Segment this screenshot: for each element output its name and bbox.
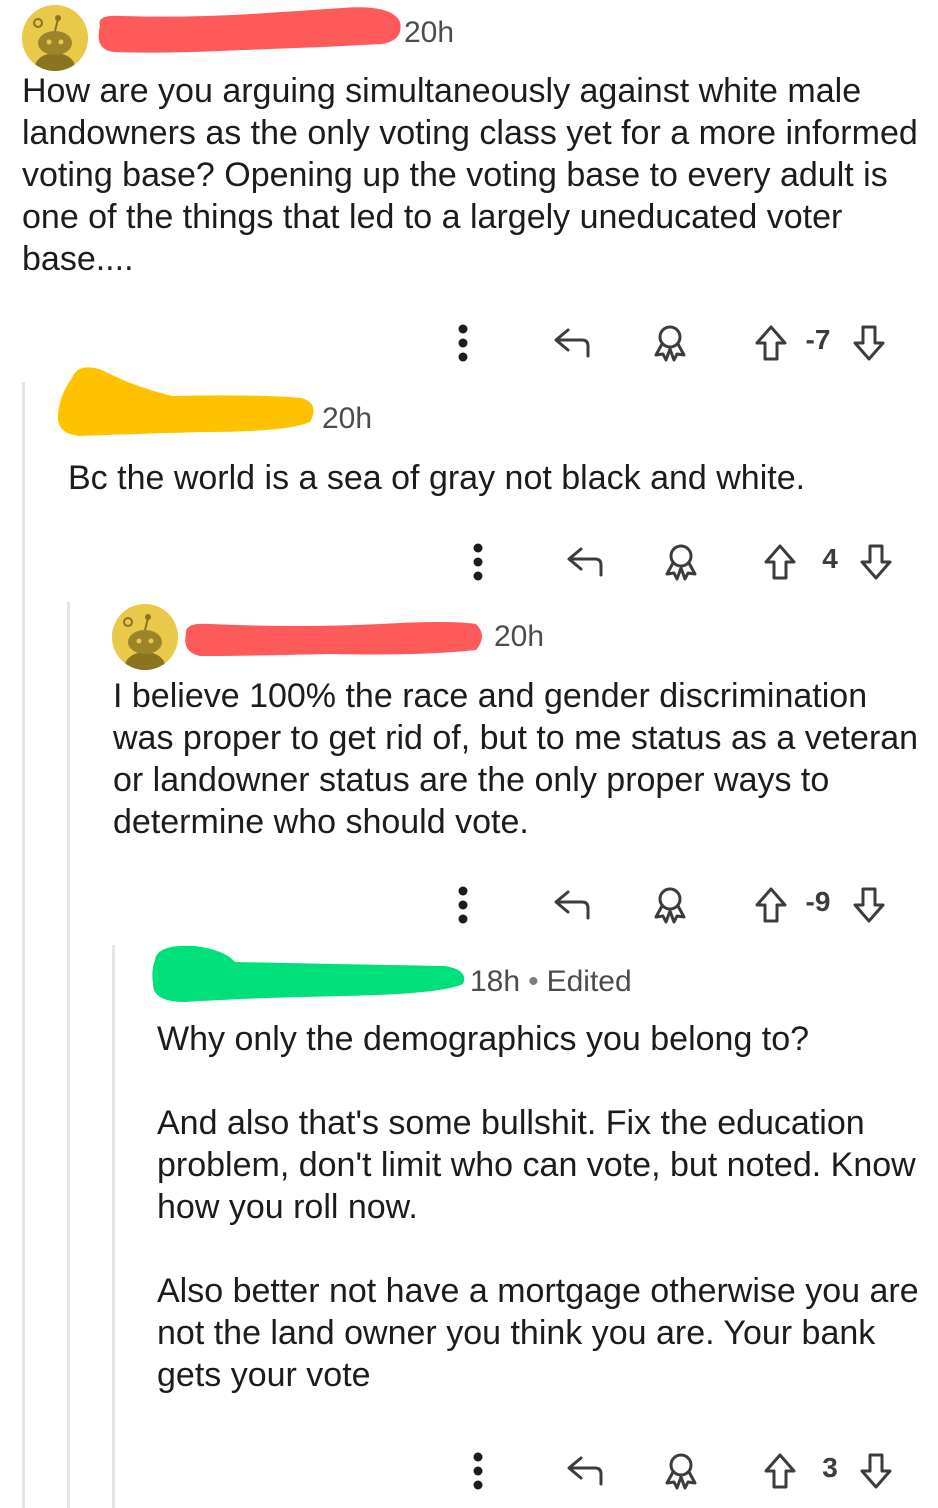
downvote-button[interactable] bbox=[848, 318, 890, 368]
comment-timestamp: 20h bbox=[404, 16, 454, 50]
downvote-arrow-icon bbox=[860, 544, 892, 580]
more-options-button[interactable] bbox=[448, 318, 478, 368]
time-text: 20h bbox=[322, 402, 373, 435]
comment-timestamp: 20h bbox=[494, 620, 544, 654]
more-options-icon bbox=[458, 324, 468, 362]
reply-button[interactable] bbox=[561, 1446, 609, 1496]
vote-score: -7 bbox=[805, 324, 831, 355]
time-text: 20h bbox=[494, 620, 545, 653]
award-button[interactable] bbox=[646, 318, 694, 368]
comment-body: Why only the demographics you belong to?… bbox=[157, 1018, 932, 1396]
award-icon bbox=[665, 544, 697, 581]
comment-paragraph: Also better not have a mortgage otherwis… bbox=[157, 1272, 919, 1394]
redacted-user-header[interactable] bbox=[145, 940, 471, 1012]
comment-actions: 4 bbox=[455, 537, 925, 587]
downvote-arrow-icon bbox=[853, 325, 885, 361]
downvote-button[interactable] bbox=[855, 537, 897, 587]
downvote-button[interactable] bbox=[848, 880, 890, 930]
vote-score: 3 bbox=[822, 1452, 838, 1483]
more-options-icon bbox=[473, 1452, 483, 1490]
more-options-button[interactable] bbox=[463, 537, 493, 587]
upvote-button[interactable] bbox=[759, 1446, 801, 1496]
upvote-arrow-icon bbox=[755, 325, 787, 361]
snoo-avatar-icon bbox=[22, 5, 88, 71]
time-text: 18h bbox=[470, 965, 521, 998]
comment-actions: -7 bbox=[440, 318, 920, 368]
downvote-button[interactable] bbox=[855, 1446, 897, 1496]
redacted-user-header[interactable] bbox=[52, 360, 320, 444]
edited-label: Edited bbox=[546, 965, 632, 998]
reply-icon bbox=[567, 547, 603, 577]
more-options-icon bbox=[458, 886, 468, 924]
vote-score: -9 bbox=[805, 886, 831, 917]
redacted-username[interactable] bbox=[180, 616, 488, 662]
upvote-arrow-icon bbox=[755, 887, 787, 923]
avatar[interactable] bbox=[112, 604, 178, 670]
comment-actions: -9 bbox=[440, 880, 920, 930]
reply-icon bbox=[554, 328, 590, 358]
award-button[interactable] bbox=[657, 537, 705, 587]
more-options-icon bbox=[473, 543, 483, 581]
time-text: 20h bbox=[404, 16, 455, 49]
thread-line-level-1[interactable] bbox=[22, 382, 25, 1508]
comment-actions: 3 bbox=[455, 1446, 925, 1496]
comment-paragraph: How are you arguing simultaneously again… bbox=[22, 72, 918, 278]
award-button[interactable] bbox=[646, 880, 694, 930]
avatar[interactable] bbox=[22, 5, 88, 71]
award-icon bbox=[665, 1453, 697, 1490]
more-options-button[interactable] bbox=[448, 880, 478, 930]
upvote-button[interactable] bbox=[750, 880, 792, 930]
thread-line-level-3[interactable] bbox=[112, 945, 115, 1508]
upvote-button[interactable] bbox=[759, 537, 801, 587]
award-button[interactable] bbox=[657, 1446, 705, 1496]
comment-body: Bc the world is a sea of gray not black … bbox=[68, 457, 928, 499]
upvote-arrow-icon bbox=[764, 544, 796, 580]
comment-paragraph: I believe 100% the race and gender discr… bbox=[113, 677, 919, 841]
downvote-arrow-icon bbox=[860, 1453, 892, 1489]
reply-button[interactable] bbox=[561, 537, 609, 587]
comment-paragraph: And also that's some bullshit. Fix the e… bbox=[157, 1104, 916, 1226]
reply-button[interactable] bbox=[548, 880, 596, 930]
comment-paragraph: Bc the world is a sea of gray not black … bbox=[68, 459, 806, 497]
reply-icon bbox=[554, 890, 590, 920]
snoo-avatar-icon bbox=[112, 604, 178, 670]
reply-icon bbox=[567, 1456, 603, 1486]
upvote-arrow-icon bbox=[764, 1453, 796, 1489]
award-icon bbox=[654, 325, 686, 362]
downvote-arrow-icon bbox=[853, 887, 885, 923]
comment-timestamp: 20h bbox=[322, 402, 372, 436]
comment-paragraph: Why only the demographics you belong to? bbox=[157, 1020, 810, 1058]
separator-dot: • bbox=[528, 965, 539, 998]
comment-body: How are you arguing simultaneously again… bbox=[22, 70, 932, 280]
upvote-button[interactable] bbox=[750, 318, 792, 368]
reply-button[interactable] bbox=[548, 318, 596, 368]
vote-score: 4 bbox=[822, 543, 838, 574]
redacted-username[interactable] bbox=[92, 4, 404, 58]
comment-timestamp: 18h • Edited bbox=[470, 965, 632, 999]
comment-body: I believe 100% the race and gender discr… bbox=[113, 675, 928, 843]
award-icon bbox=[654, 887, 686, 924]
more-options-button[interactable] bbox=[463, 1446, 493, 1496]
thread-line-level-2[interactable] bbox=[67, 602, 70, 1508]
